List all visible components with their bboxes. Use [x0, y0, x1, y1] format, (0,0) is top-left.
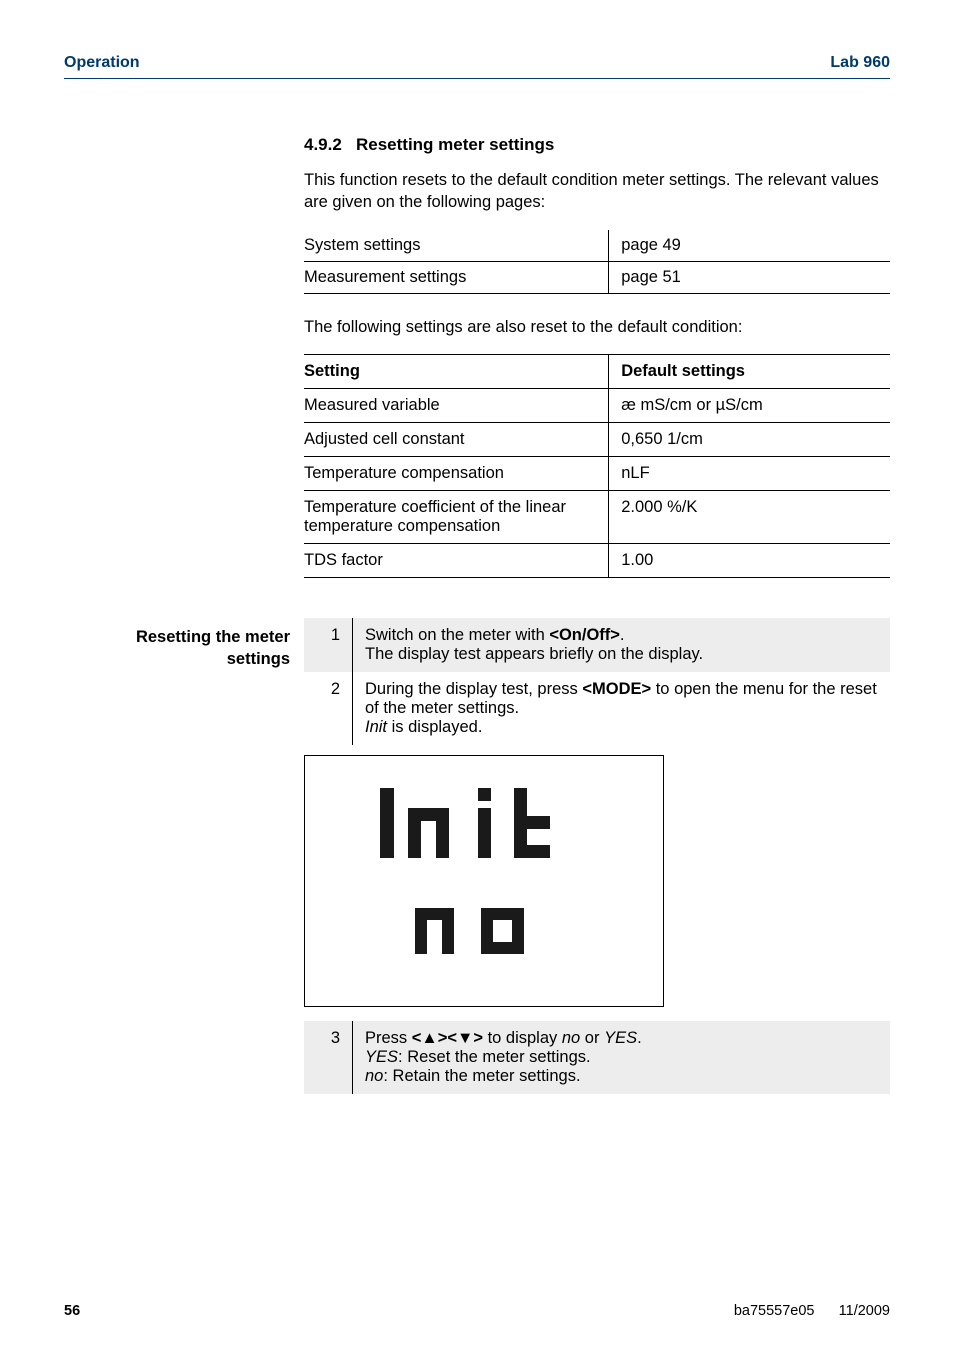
page-refs-table: System settings page 49 Measurement sett… — [304, 230, 890, 294]
settings-header-0: Setting — [304, 354, 609, 388]
step-number: 2 — [304, 672, 353, 745]
side-label: Resetting the meter settings — [64, 618, 290, 671]
step-body: During the display test, press <MODE> to… — [353, 672, 891, 745]
page-ref-label: Measurement settings — [304, 261, 609, 293]
lcd-display — [304, 755, 664, 1007]
step-row: 3 Press <▲><▼> to display no or YES.YES:… — [304, 1021, 890, 1094]
section-number: 4.9.2 — [304, 135, 342, 154]
section-title: Resetting meter settings — [356, 135, 554, 154]
defaults-intro: The following settings are also reset to… — [304, 316, 890, 338]
side-label-line2: settings — [227, 650, 290, 668]
header-right: Lab 960 — [830, 54, 890, 72]
settings-cell: 2.000 %/K — [609, 490, 890, 543]
section-heading: 4.9.2 Resetting meter settings — [304, 135, 890, 155]
step-number: 3 — [304, 1021, 353, 1094]
footer-doc: ba75557e05 — [734, 1303, 815, 1319]
step-row: 2 During the display test, press <MODE> … — [304, 672, 890, 745]
table-row: TDS factor 1.00 — [304, 543, 890, 577]
table-row: Temperature coefficient of the linear te… — [304, 490, 890, 543]
step-row: 1 Switch on the meter with <On/Off>.The … — [304, 618, 890, 672]
settings-header-1: Default settings — [609, 354, 890, 388]
settings-table: Setting Default settings Measured variab… — [304, 354, 890, 578]
page-ref-value: page 51 — [609, 261, 890, 293]
step-number: 1 — [304, 618, 353, 672]
table-row: Temperature compensation nLF — [304, 456, 890, 490]
settings-cell: nLF — [609, 456, 890, 490]
settings-cell: æ mS/cm or µS/cm — [609, 388, 890, 422]
lcd-text-init — [374, 784, 594, 870]
step-body: Press <▲><▼> to display no or YES.YES: R… — [353, 1021, 891, 1094]
table-row: Adjusted cell constant 0,650 1/cm — [304, 422, 890, 456]
table-row: Measured variable æ mS/cm or µS/cm — [304, 388, 890, 422]
settings-cell: Adjusted cell constant — [304, 422, 609, 456]
step-body: Switch on the meter with <On/Off>.The di… — [353, 618, 891, 672]
footer: 56 ba75557e05 11/2009 — [64, 1303, 890, 1319]
footer-page: 56 — [64, 1303, 80, 1319]
header-left: Operation — [64, 54, 140, 72]
settings-cell: Temperature coefficient of the linear te… — [304, 490, 609, 543]
page-ref-value: page 49 — [609, 230, 890, 262]
intro-paragraph: This function resets to the default cond… — [304, 169, 890, 214]
settings-cell: Measured variable — [304, 388, 609, 422]
settings-cell: TDS factor — [304, 543, 609, 577]
side-label-line1: Resetting the meter — [136, 628, 290, 646]
table-header-row: Setting Default settings — [304, 354, 890, 388]
page-ref-label: System settings — [304, 230, 609, 262]
footer-date: 11/2009 — [839, 1303, 890, 1319]
table-row: Measurement settings page 51 — [304, 261, 890, 293]
steps-table-continued: 3 Press <▲><▼> to display no or YES.YES:… — [304, 1021, 890, 1094]
steps-table: 1 Switch on the meter with <On/Off>.The … — [304, 618, 890, 745]
lcd-text-no — [409, 900, 559, 966]
header-rule — [64, 78, 890, 79]
table-row: System settings page 49 — [304, 230, 890, 262]
settings-cell: 0,650 1/cm — [609, 422, 890, 456]
settings-cell: 1.00 — [609, 543, 890, 577]
settings-cell: Temperature compensation — [304, 456, 609, 490]
